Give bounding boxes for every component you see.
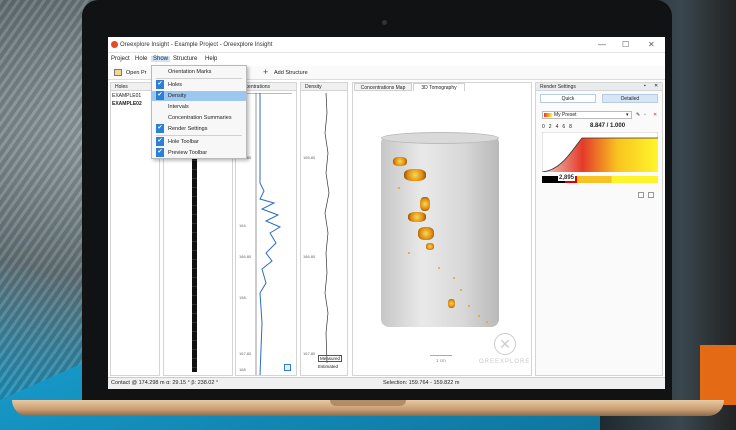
app-window: Oreexplore Insight - Example Project - O… bbox=[108, 37, 665, 389]
menu-item-holes[interactable]: Holes bbox=[152, 80, 246, 90]
close-panel-icon[interactable]: ✕ bbox=[654, 83, 658, 89]
ore-speck bbox=[468, 305, 470, 307]
menu-separator bbox=[156, 135, 242, 136]
watermark-text: OREEXPLORE bbox=[479, 359, 531, 365]
scale-bar-label: 1 cm bbox=[436, 358, 446, 363]
ore-inclusion bbox=[420, 197, 430, 211]
measured-button[interactable]: Measured bbox=[318, 355, 343, 362]
menu-item-density[interactable]: Density bbox=[152, 91, 246, 101]
ore-speck bbox=[453, 277, 455, 279]
density-header: Density bbox=[301, 83, 347, 91]
window-title: Oreexplore Insight - Example Project - O… bbox=[120, 42, 273, 48]
scale-tick: 0 bbox=[542, 124, 549, 130]
menu-show[interactable]: Show bbox=[151, 56, 171, 62]
scale-tick: 8 bbox=[569, 124, 576, 130]
preset-swatch-icon bbox=[544, 113, 552, 117]
export-icon[interactable] bbox=[648, 192, 654, 198]
menu-help[interactable]: Help bbox=[205, 56, 217, 62]
menu-hole[interactable]: Hole bbox=[135, 56, 147, 62]
chart-toggle-icon[interactable] bbox=[284, 364, 291, 371]
quick-toggle[interactable]: Quick bbox=[540, 94, 596, 103]
estimated-label[interactable]: Estimated bbox=[318, 364, 338, 369]
delete-icon[interactable]: ✕ bbox=[653, 112, 657, 118]
density-scale-ticks: 02468 bbox=[542, 124, 576, 130]
minimize-button[interactable]: — bbox=[598, 40, 606, 49]
transfer-function-editor[interactable] bbox=[542, 132, 658, 172]
chevron-down-icon: ▾ bbox=[626, 112, 629, 118]
status-contact: Contact @ 174.298 m α: 29.15 ° β: 238.02… bbox=[111, 380, 219, 386]
folder-icon bbox=[114, 69, 122, 76]
depth-tick-label: 158. bbox=[239, 295, 247, 300]
menu-item-intervals[interactable]: Intervals bbox=[152, 102, 246, 112]
menu-item-concentration-summaries[interactable]: Concentration Summaries bbox=[152, 113, 246, 123]
ore-inclusion bbox=[408, 212, 426, 222]
scale-values: 8.847 / 1.000 bbox=[590, 123, 626, 129]
tab-concentrations-map[interactable]: Concentrations Map bbox=[354, 83, 412, 91]
ore-inclusion bbox=[404, 169, 426, 181]
title-bar: Oreexplore Insight - Example Project - O… bbox=[108, 37, 665, 53]
concentration-line-plot[interactable] bbox=[248, 93, 296, 375]
pin-icon[interactable]: ▪ bbox=[644, 83, 646, 89]
add-icon[interactable]: + bbox=[263, 67, 268, 77]
maximize-button[interactable]: ☐ bbox=[622, 40, 629, 49]
hole-list-item[interactable]: EXAMPLE01 bbox=[112, 93, 141, 99]
tab-3d-tomography[interactable]: 3D Tomography bbox=[413, 83, 465, 91]
menu-item-hole-toolbar[interactable]: Hole Toolbar bbox=[152, 137, 246, 147]
preset-name: My Preset bbox=[554, 112, 577, 118]
depth-tick-label: 168 bbox=[239, 367, 246, 372]
density-line-plot[interactable] bbox=[316, 93, 346, 363]
depth-tick-label: 164. bbox=[239, 223, 247, 228]
ore-speck bbox=[398, 187, 400, 189]
menu-structure[interactable]: Structure bbox=[173, 56, 197, 62]
menu-project[interactable]: Project bbox=[111, 56, 130, 62]
ore-speck bbox=[478, 315, 480, 317]
depth-tick-label: 167.80 bbox=[303, 351, 316, 356]
close-button[interactable]: ✕ bbox=[648, 40, 655, 49]
lower-threshold-value[interactable]: 2,895 bbox=[558, 175, 576, 181]
ore-speck bbox=[486, 321, 488, 323]
ore-speck bbox=[460, 289, 462, 291]
laptop-camera bbox=[382, 20, 387, 25]
scale-tick: 2 bbox=[548, 124, 556, 130]
ore-speck bbox=[438, 267, 440, 269]
menu-item-orientation-marks[interactable]: Orientation Marks bbox=[152, 67, 246, 77]
open-button[interactable]: Open Pr bbox=[126, 70, 146, 76]
ore-inclusion bbox=[448, 299, 455, 308]
status-selection: Selection: 159.764 - 159.822 m bbox=[383, 380, 460, 386]
core-preview-strip[interactable] bbox=[192, 157, 197, 372]
ore-speck bbox=[408, 252, 410, 254]
menu-separator bbox=[156, 78, 242, 79]
menu-item-preview-toolbar[interactable]: Preview Toolbar bbox=[152, 148, 246, 158]
ore-inclusion bbox=[418, 227, 434, 240]
reset-icon[interactable] bbox=[638, 192, 644, 198]
app-logo-icon bbox=[111, 41, 118, 48]
add-structure-button[interactable]: Add Structure bbox=[274, 70, 308, 76]
tomography-core-top bbox=[381, 132, 499, 144]
detailed-toggle[interactable]: Detailed bbox=[602, 94, 658, 103]
hole-list-item[interactable]: EXAMPLE02 bbox=[112, 101, 142, 107]
edit-icon[interactable]: ✎ bbox=[636, 112, 640, 118]
show-menu-dropdown: Orientation Marks Holes Density Interval… bbox=[151, 65, 247, 159]
laptop-notch bbox=[330, 400, 406, 406]
oreexplore-logo-icon: ✕ bbox=[494, 333, 516, 355]
depth-tick-label: 166.80 bbox=[303, 254, 316, 259]
menu-item-render-settings[interactable]: Render Settings bbox=[152, 124, 246, 134]
scale-bar bbox=[430, 355, 452, 356]
background-orange-block bbox=[700, 345, 736, 405]
ore-inclusion bbox=[426, 243, 434, 250]
ore-inclusion bbox=[393, 157, 407, 166]
depth-tick-label: 165.80 bbox=[303, 155, 316, 160]
save-icon[interactable]: ▫ bbox=[644, 112, 646, 118]
